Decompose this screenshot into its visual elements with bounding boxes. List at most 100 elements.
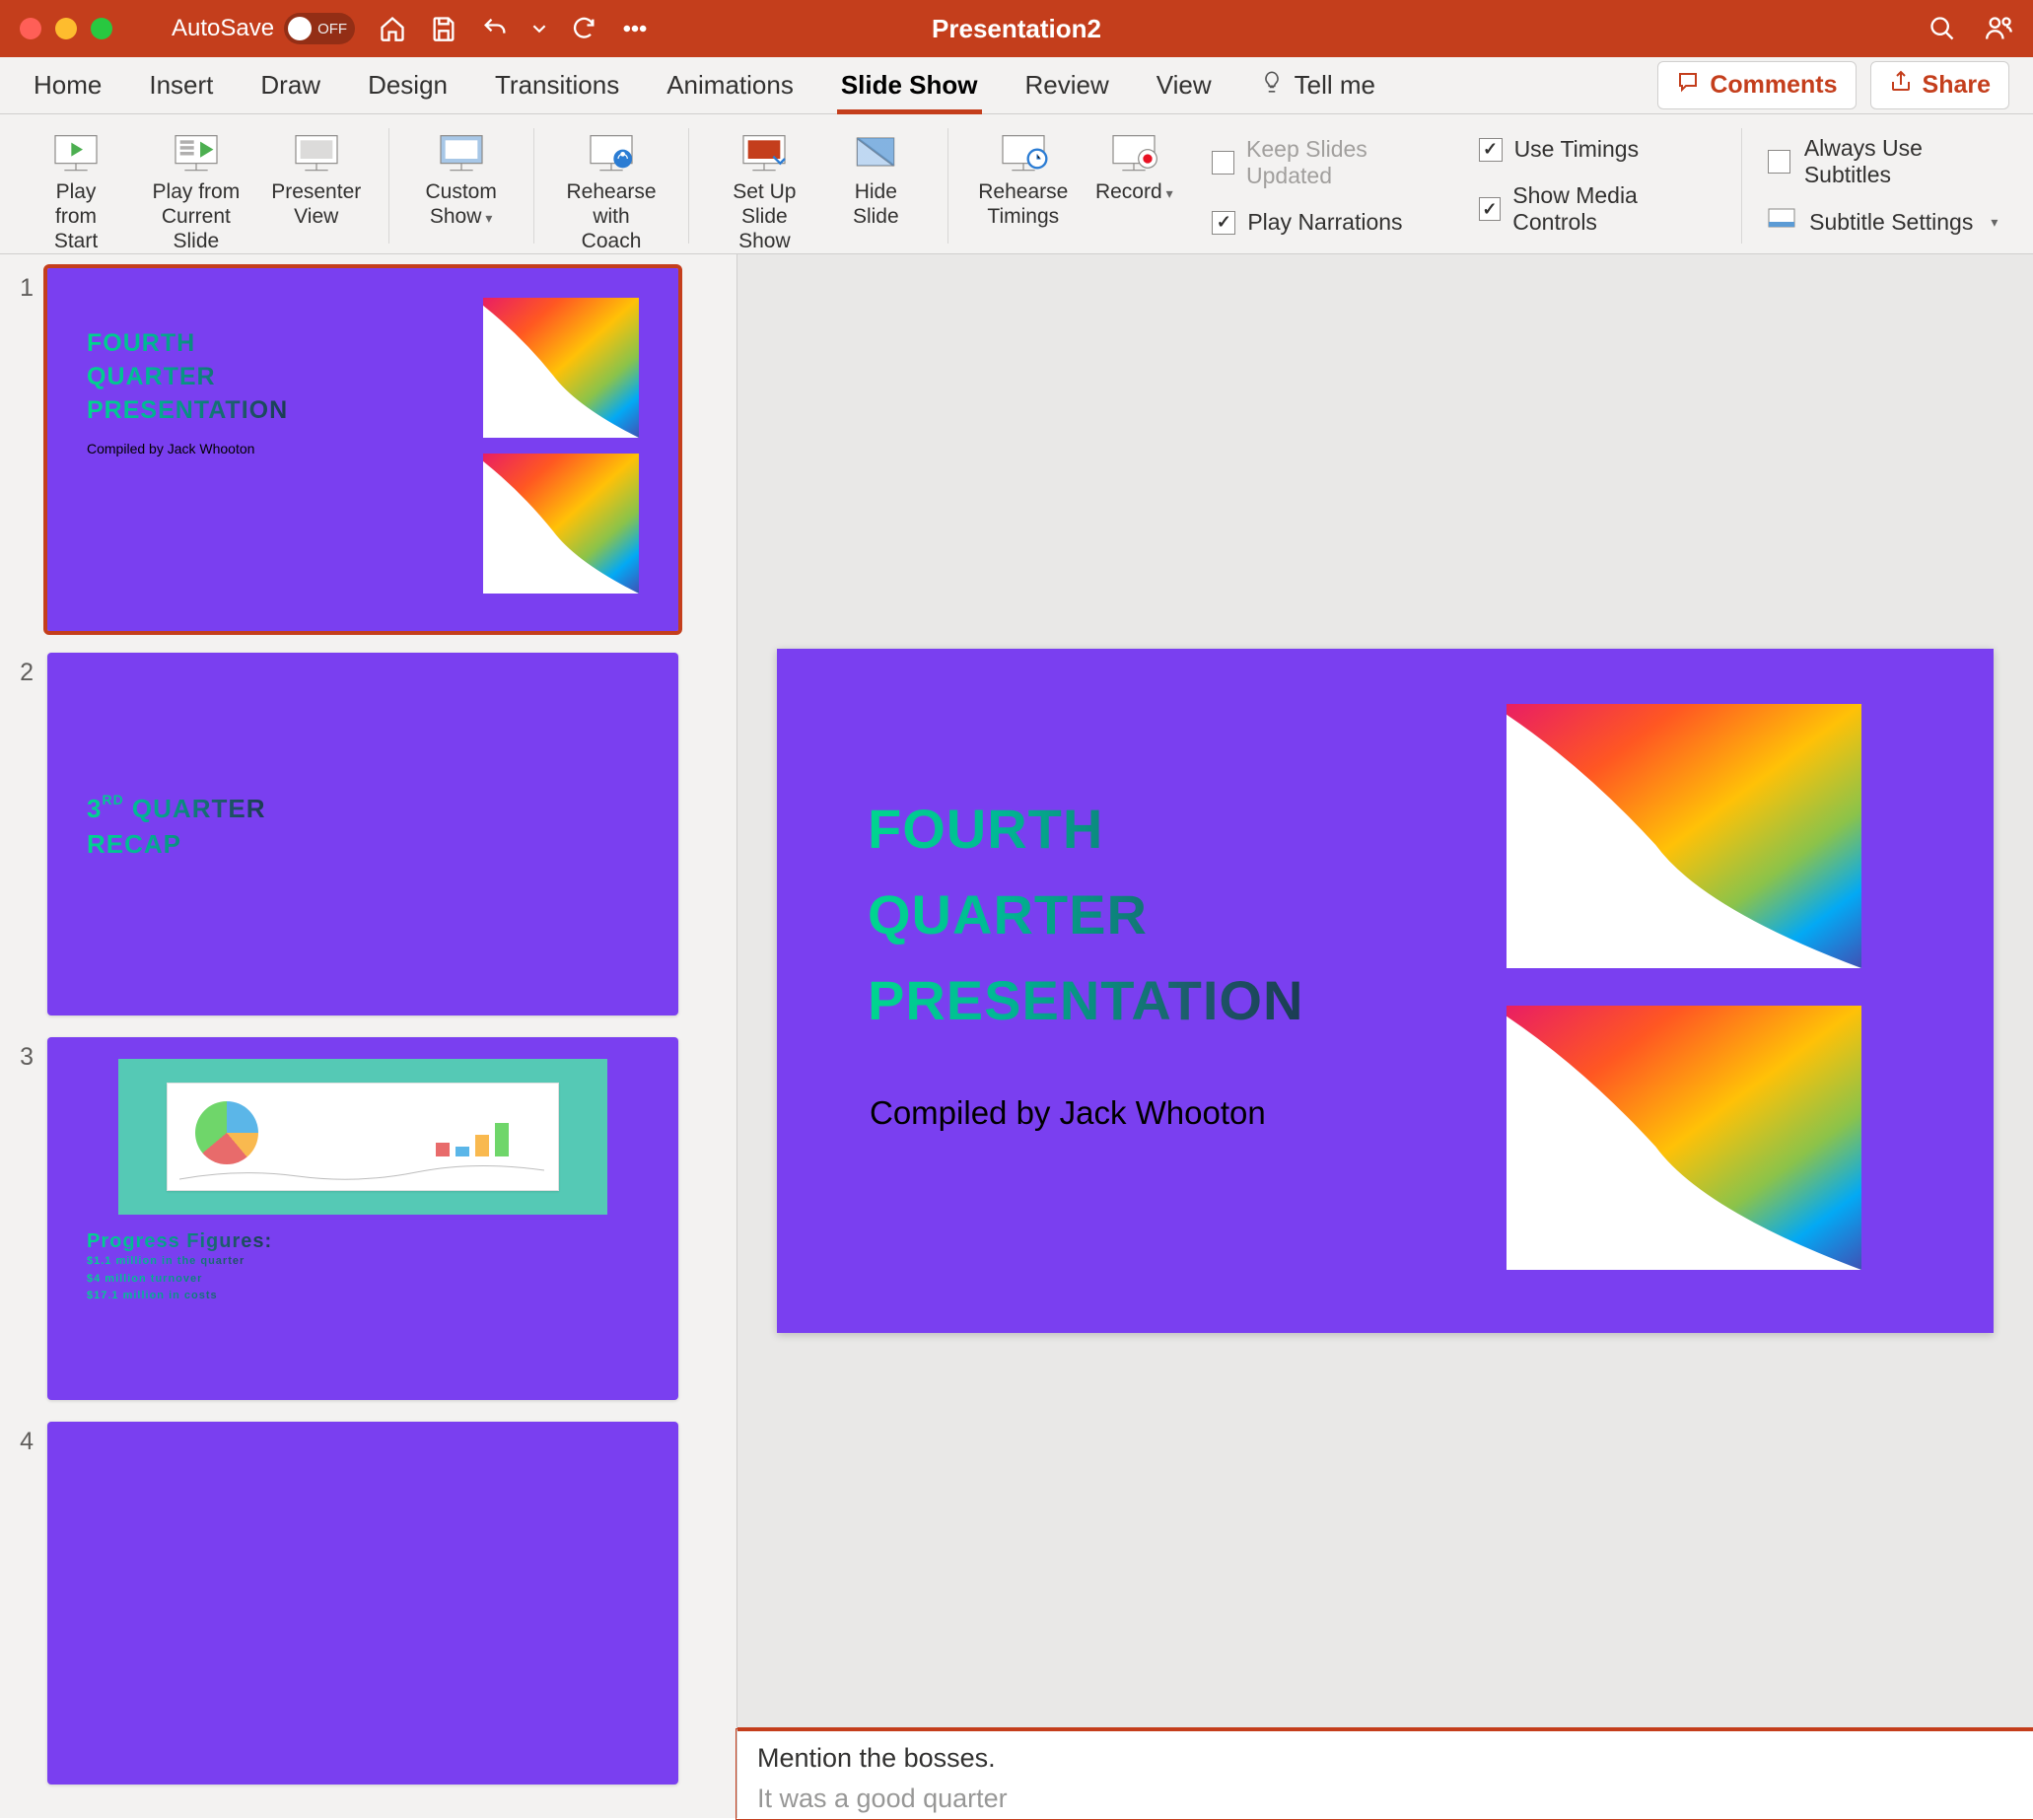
maximize-window-button[interactable] [91, 18, 112, 39]
slide-thumbnail-row: 3 Progress Figures: [6, 1033, 736, 1404]
autosave-label: AutoSave [172, 15, 274, 42]
thumb-subtitle: Compiled by Jack Whooton [87, 441, 288, 456]
show-media-controls-checkbox[interactable]: Show Media Controls [1479, 182, 1717, 236]
tab-home[interactable]: Home [10, 57, 125, 113]
tab-draw[interactable]: Draw [237, 57, 344, 113]
slide-canvas[interactable]: FOURTH QUARTER PRESENTATION Compiled by … [737, 254, 2033, 1727]
tab-insert[interactable]: Insert [125, 57, 237, 113]
slide-number: 4 [6, 1422, 34, 1456]
slide-thumbnail-4[interactable] [47, 1422, 678, 1785]
presenter-view-label: Presenter View [271, 179, 361, 229]
presenter-view-button[interactable]: Presenter View [262, 126, 371, 233]
tab-animations[interactable]: Animations [643, 57, 817, 113]
setup-slide-show-label: Set Up Slide Show [719, 179, 809, 254]
tell-me-search[interactable]: Tell me [1259, 69, 1375, 102]
main-title-block[interactable]: FOURTH QUARTER PRESENTATION [868, 787, 1303, 1043]
save-icon[interactable] [430, 15, 457, 42]
thumb2-line1: 3RD QUARTER [87, 791, 265, 826]
notes-line1: Mention the bosses. [757, 1738, 2013, 1779]
hide-slide-icon [848, 130, 903, 174]
play-from-start-button[interactable]: Play from Start [22, 126, 130, 258]
tab-view[interactable]: View [1133, 57, 1235, 113]
record-button[interactable]: Record▾ [1080, 126, 1188, 208]
main-subtitle[interactable]: Compiled by Jack Whooton [870, 1094, 1266, 1132]
close-window-button[interactable] [20, 18, 41, 39]
hide-slide-label: Hide Slide [853, 179, 899, 229]
rehearse-coach-icon [584, 130, 639, 174]
slide-thumbnail-panel[interactable]: 1 FOURTH QUARTER PRESENTATION Compiled b… [0, 254, 737, 1818]
autosave-control: AutoSave OFF [172, 13, 355, 44]
ribbon-group-custom: Custom Show▾ [399, 120, 524, 251]
tab-review[interactable]: Review [1002, 57, 1133, 113]
checkbox-icon [1479, 197, 1502, 221]
thumb-title-line3: PRESENTATION [87, 394, 288, 428]
lightbulb-icon [1259, 69, 1285, 102]
main-image-bottom[interactable] [1507, 1006, 1861, 1270]
presenter-view-icon [289, 130, 344, 174]
search-icon[interactable] [1928, 15, 1956, 42]
undo-dropdown-icon[interactable] [532, 15, 546, 42]
minimize-window-button[interactable] [55, 18, 77, 39]
comments-button[interactable]: Comments [1657, 61, 1856, 109]
undo-icon[interactable] [481, 15, 509, 42]
checkbox-icon [1212, 151, 1234, 175]
play-start-icon [48, 130, 104, 174]
rehearse-timings-label: Rehearse Timings [978, 179, 1068, 229]
play-from-current-button[interactable]: Play from Current Slide [130, 126, 262, 258]
thumb3-item3: $17.1 million in costs [87, 1288, 272, 1305]
always-use-subtitles-checkbox[interactable]: Always Use Subtitles [1768, 135, 2003, 188]
chevron-down-icon: ▾ [1991, 214, 1998, 231]
redo-icon[interactable] [570, 15, 597, 42]
custom-show-button[interactable]: Custom Show▾ [407, 126, 516, 233]
custom-show-label: Custom Show▾ [425, 179, 496, 229]
slide-thumbnail-1[interactable]: FOURTH QUARTER PRESENTATION Compiled by … [47, 268, 678, 631]
tab-slide-show[interactable]: Slide Show [817, 57, 1002, 113]
record-label: Record▾ [1095, 179, 1173, 204]
play-from-current-label: Play from Current Slide [142, 179, 250, 254]
tell-me-label: Tell me [1295, 70, 1375, 101]
speaker-notes-pane[interactable]: Mention the bosses. It was a good quarte… [737, 1727, 2033, 1818]
slide-number: 3 [6, 1037, 34, 1072]
thumb3-chart-bg [118, 1059, 607, 1215]
setup-slide-show-button[interactable]: Set Up Slide Show [707, 126, 821, 258]
slide-thumbnail-2[interactable]: 3RD QUARTER RECAP [47, 653, 678, 1015]
tab-transitions[interactable]: Transitions [471, 57, 643, 113]
account-icon[interactable] [1986, 15, 2013, 42]
share-icon [1889, 70, 1913, 101]
setup-icon [736, 130, 792, 174]
thumb-title-block: FOURTH QUARTER PRESENTATION Compiled by … [87, 327, 288, 456]
hide-slide-button[interactable]: Hide Slide [821, 126, 930, 233]
titlebar-right [1928, 15, 2013, 42]
ribbon-separator [388, 128, 389, 244]
more-icon[interactable] [621, 15, 649, 42]
autosave-toggle[interactable]: OFF [284, 13, 355, 44]
main-slide[interactable]: FOURTH QUARTER PRESENTATION Compiled by … [777, 649, 1994, 1333]
rehearse-timings-button[interactable]: Rehearse Timings [966, 126, 1080, 233]
rehearse-coach-button[interactable]: Rehearse with Coach [552, 126, 671, 258]
home-icon[interactable] [379, 15, 406, 42]
ribbon: Play from Start Play from Current Slide … [0, 114, 2033, 254]
main-line3: PRESENTATION [868, 958, 1303, 1044]
ribbon-group-rehearse: Rehearse with Coach [544, 120, 679, 251]
line-chart-icon [179, 1164, 544, 1184]
tab-design[interactable]: Design [344, 57, 471, 113]
slide-thumbnail-3[interactable]: Progress Figures: $1.1 million in the qu… [47, 1037, 678, 1400]
thumb3-item2: $4 million turnover [87, 1271, 272, 1289]
workspace: 1 FOURTH QUARTER PRESENTATION Compiled b… [0, 254, 2033, 1818]
ribbon-separator [947, 128, 948, 244]
checkbox-icon [1479, 138, 1503, 162]
record-icon [1106, 130, 1161, 174]
play-narrations-checkbox[interactable]: Play Narrations [1212, 209, 1446, 236]
quick-access-toolbar [379, 15, 649, 42]
main-image-top[interactable] [1507, 704, 1861, 968]
thumb-title-block: 3RD QUARTER RECAP [87, 791, 265, 863]
use-timings-checkbox[interactable]: Use Timings [1479, 136, 1717, 163]
subtitle-settings-button[interactable]: Subtitle Settings▾ [1768, 208, 2003, 238]
ribbon-group-setup: Set Up Slide Show Hide Slide [699, 120, 938, 251]
slide-number: 1 [6, 268, 34, 303]
share-label: Share [1923, 71, 1991, 100]
share-button[interactable]: Share [1870, 61, 2009, 109]
always-use-subtitles-label: Always Use Subtitles [1804, 135, 2003, 188]
thumb-image-top [483, 298, 639, 438]
ribbon-group-record: Rehearse Timings Record▾ [958, 120, 1196, 251]
